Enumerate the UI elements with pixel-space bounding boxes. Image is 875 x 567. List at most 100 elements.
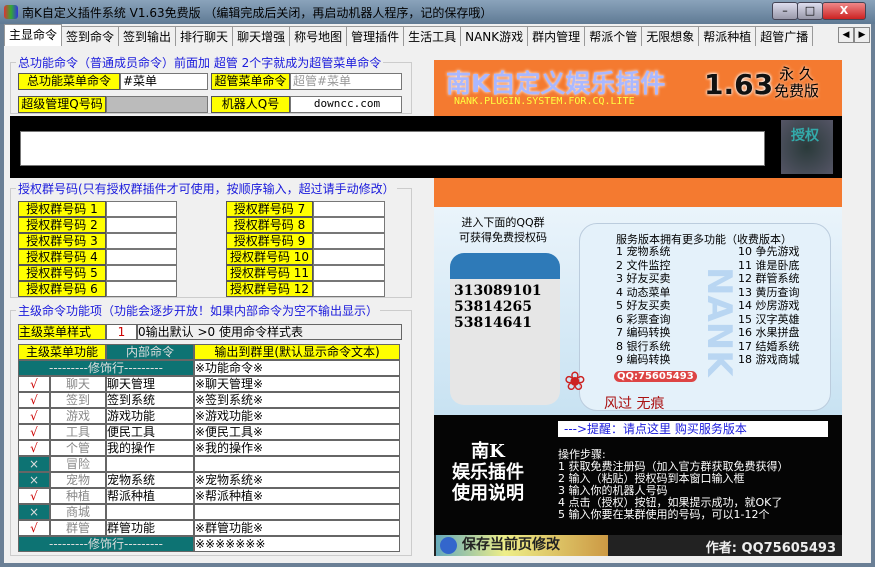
auth-band: 授权 [10,116,842,178]
output-text-input[interactable]: ※帮派种植※ [194,488,400,504]
tab-5[interactable]: 聊天增强 [232,26,291,46]
output-text-input[interactable] [194,456,400,472]
function-name: 宠物 [50,472,106,488]
minimize-button[interactable]: – [772,2,798,20]
auth-group-label: 授权群号码 10 [226,249,313,265]
qq-intro-line: 可获得免费授权码 [459,231,547,244]
output-text-input[interactable]: ※便民工具※ [194,424,400,440]
internal-command-input[interactable]: 我的操作 [106,440,194,456]
maximize-button[interactable]: □ [797,2,823,20]
feature-item: 4 动态菜单 [616,285,671,299]
auth-group-label: 授权群号码 12 [226,281,313,297]
auth-group-input[interactable] [313,233,385,249]
output-text-input[interactable]: ※签到系统※ [194,392,400,408]
auth-group-label: 授权群号码 4 [18,249,106,265]
super-admin-qq-input[interactable] [106,96,208,113]
save-button[interactable]: 保存当前页修改 [436,535,608,556]
qq-intro: 进入下面的QQ群 可获得免费授权码 [448,215,558,245]
decoration-output-top[interactable]: ※功能命令※ [194,360,400,376]
auth-group-input[interactable] [106,217,177,233]
tab-9[interactable]: NANK游戏 [460,26,529,46]
tab-14[interactable]: 超管广播 [755,26,814,46]
feature-item: 16 水果拼盘 [738,326,800,339]
tab-6[interactable]: 称号地图 [289,26,348,46]
auth-group-input[interactable] [313,217,385,233]
feature-item: 11 谁是卧底 [738,258,800,272]
internal-command-input[interactable] [106,504,194,520]
auth-group-label: 授权群号码 7 [226,201,313,217]
authorize-button[interactable]: 授权 [781,120,833,174]
qq-group-number: 313089101 [454,283,542,299]
function-toggle-checkbox[interactable]: × [18,456,50,472]
logo-text: 风过 无痕 [604,396,665,412]
function-toggle-checkbox[interactable]: × [18,504,50,520]
internal-command-input[interactable] [106,456,194,472]
function-toggle-checkbox[interactable]: × [18,472,50,488]
function-toggle-checkbox[interactable]: √ [18,488,50,504]
auth-group-input[interactable] [313,201,385,217]
auth-group-input[interactable] [313,265,385,281]
tab-scroll-left-icon[interactable]: ◀ [838,27,854,43]
tab-11[interactable]: 帮派个管 [584,26,643,46]
app-icon [4,5,18,19]
function-toggle-checkbox[interactable]: √ [18,376,50,392]
tab-8[interactable]: 生活工具 [403,26,462,46]
admin-menu-label: 超管菜单命令 [211,73,290,90]
version-label: 1.63 [704,68,774,101]
qq-intro-line: 进入下面的QQ群 [461,216,545,229]
auth-group-label: 授权群号码 3 [18,233,106,249]
auth-code-input[interactable] [20,131,765,166]
feature-item: 9 编码转换 [616,353,671,366]
guide-heading-line: 南K [471,441,505,462]
auth-group-input[interactable] [106,249,177,265]
internal-command-input[interactable]: 签到系统 [106,392,194,408]
step-item: 5 输入你要在某群使用的号码，可以1-12个 [558,508,770,521]
robot-qq-input[interactable]: downcc.com [290,96,402,113]
tab-13[interactable]: 帮派种植 [698,26,757,46]
function-toggle-checkbox[interactable]: √ [18,408,50,424]
header-internal-command: 内部命令 [106,344,194,360]
auth-group-input[interactable] [106,281,177,297]
tab-12[interactable]: 无限想象 [641,26,700,46]
output-text-input[interactable]: ※聊天管理※ [194,376,400,392]
admin-menu-input[interactable]: 超管#菜单 [290,73,402,90]
output-text-input[interactable]: ※游戏功能※ [194,408,400,424]
super-admin-qq-label: 超级管理Q号码 [18,96,106,113]
output-text-input[interactable]: ※宠物系统※ [194,472,400,488]
output-text-input[interactable]: ※群管功能※ [194,520,400,536]
function-toggle-checkbox[interactable]: √ [18,392,50,408]
internal-command-input[interactable]: 聊天管理 [106,376,194,392]
tab-1[interactable]: 主显命令 [4,24,63,46]
tab-scroll-right-icon[interactable]: ▶ [854,27,870,43]
internal-command-input[interactable]: 游戏功能 [106,408,194,424]
feature-item: 5 好友买卖 [616,299,671,312]
function-toggle-checkbox[interactable]: √ [18,440,50,456]
internal-command-input[interactable]: 群管功能 [106,520,194,536]
function-toggle-checkbox[interactable]: √ [18,424,50,440]
menu-style-input[interactable]: 1 [106,324,137,340]
close-button[interactable]: X [822,2,866,20]
function-toggle-checkbox[interactable]: √ [18,520,50,536]
tab-7[interactable]: 管理插件 [346,26,405,46]
auth-group-input[interactable] [106,201,177,217]
perm-label: 永 久 [779,65,814,83]
menu-command-input[interactable]: #菜单 [120,73,208,90]
tab-10[interactable]: 群内管理 [527,26,586,46]
auth-group-input[interactable] [106,233,177,249]
tab-3[interactable]: 签到输出 [118,26,177,46]
auth-group-input[interactable] [106,265,177,281]
auth-group-input[interactable] [313,281,385,297]
robot-qq-label: 机器人Q号 [211,96,290,113]
decoration-output-bottom[interactable]: ※※※※※※※ [194,536,400,552]
tab-2[interactable]: 签到命令 [61,26,120,46]
menu-style-hint: 0输出默认 >0 使用命令样式表 [137,324,402,340]
internal-command-input[interactable]: 宠物系统 [106,472,194,488]
internal-command-input[interactable]: 帮派种植 [106,488,194,504]
output-text-input[interactable]: ※我的操作※ [194,440,400,456]
tab-4[interactable]: 排行聊天 [175,26,234,46]
auth-group-input[interactable] [313,249,385,265]
buy-service-link[interactable]: --->提醒：请点这里 购买服务版本 [558,421,828,437]
promo-panel: 进入下面的QQ群 可获得免费授权码 313089101 53814265 5381… [434,207,842,415]
internal-command-input[interactable]: 便民工具 [106,424,194,440]
output-text-input[interactable] [194,504,400,520]
